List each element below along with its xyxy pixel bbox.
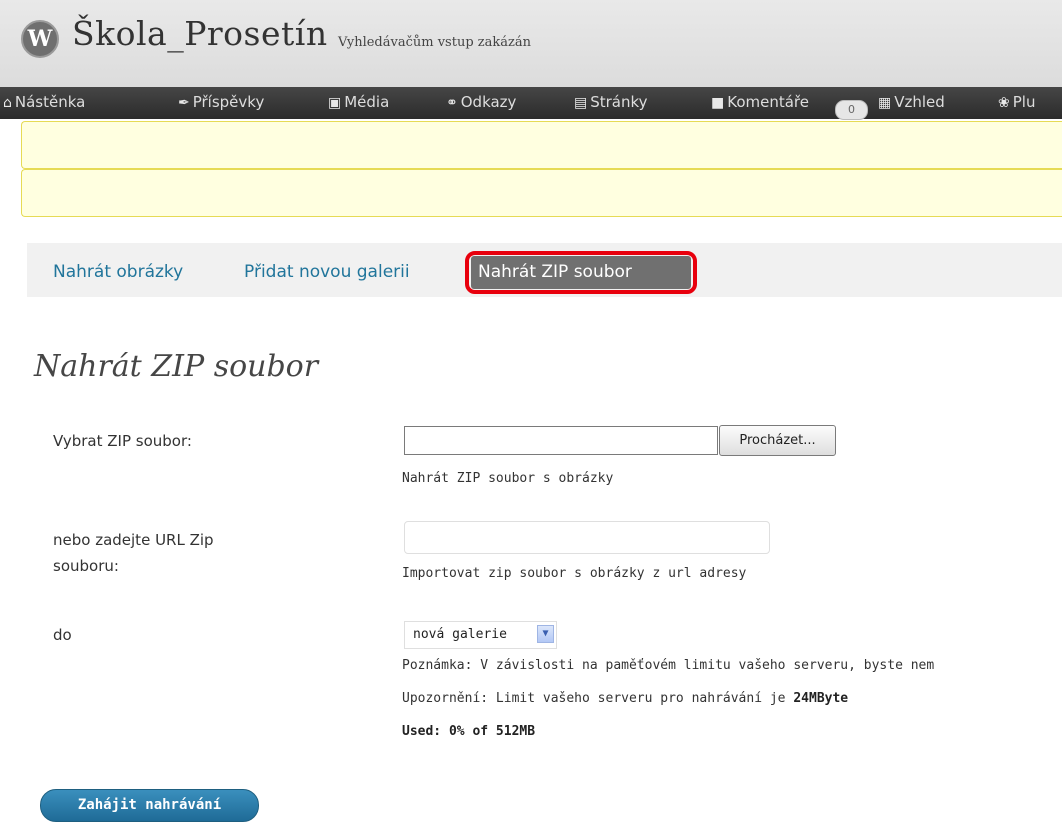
site-title[interactable]: Škola_Prosetín	[72, 14, 328, 53]
wordpress-logo-icon[interactable]: W	[21, 20, 59, 58]
admin-notice	[21, 169, 1062, 217]
media-icon: ▣	[328, 95, 342, 111]
link-icon: ⚭	[446, 95, 458, 111]
menu-item-links[interactable]: ⚭ Odkazy	[446, 87, 516, 119]
menu-item-label: Příspěvky	[192, 93, 265, 111]
menu-item-label: Plu	[1012, 93, 1036, 111]
zip-url-hint: Importovat zip soubor s obrázky z url ad…	[402, 566, 747, 581]
start-upload-button[interactable]: Zahájit nahrávání	[40, 789, 259, 822]
page-title: Nahrát ZIP soubor	[34, 349, 319, 384]
zip-file-label: Vybrat ZIP soubor:	[53, 432, 192, 450]
zip-url-label: nebo zadejte URL Zip	[53, 531, 214, 549]
search-engines-blocked-note: Vyhledávačům vstup zakázán	[338, 35, 531, 50]
memory-limit-note: Poznámka: V závislosti na paměťovém limi…	[402, 658, 935, 673]
admin-notice	[21, 121, 1062, 169]
tab-upload-zip[interactable]: Nahrát ZIP soubor	[471, 256, 691, 289]
menu-item-dashboard[interactable]: ⌂ Nástěnka	[3, 87, 85, 119]
pages-icon: ▤	[574, 95, 588, 111]
browse-button[interactable]: Procházet...	[719, 425, 836, 456]
menu-item-label: Odkazy	[460, 93, 517, 111]
zip-url-input[interactable]	[404, 521, 770, 554]
upload-limit-warning: Upozornění: Limit vašeho serveru pro nah…	[402, 691, 848, 706]
target-gallery-value: nová galerie	[413, 627, 507, 642]
menu-item-plugins[interactable]: ❀ Plu	[998, 87, 1035, 119]
menu-item-label: Média	[344, 93, 390, 111]
menu-item-label: Nástěnka	[14, 93, 86, 111]
menu-item-appearance[interactable]: ▦ Vzhled	[878, 87, 945, 119]
site-header: W Škola_Prosetín Vyhledávačům vstup zaká…	[0, 0, 1062, 87]
menu-item-comments[interactable]: ■ Komentáře	[711, 87, 809, 119]
zip-file-input[interactable]	[404, 426, 718, 455]
storage-used-text: Used: 0% of 512MB	[402, 724, 536, 739]
menu-item-posts[interactable]: ✒ Příspěvky	[178, 87, 264, 119]
menu-item-media[interactable]: ▣ Média	[328, 87, 389, 119]
upload-limit-value: 24MByte	[793, 691, 849, 706]
target-gallery-select[interactable]: nová galerie ▼	[404, 621, 557, 649]
menu-item-label: Komentáře	[727, 93, 809, 111]
appearance-icon: ▦	[878, 95, 892, 111]
comment-icon: ■	[711, 95, 725, 111]
home-icon: ⌂	[3, 95, 12, 111]
plugin-icon: ❀	[998, 95, 1010, 111]
zip-url-label-line-2: souboru:	[53, 557, 119, 575]
tab-upload-images[interactable]: Nahrát obrázky	[53, 262, 183, 282]
menu-item-label: Stránky	[590, 93, 648, 111]
comment-count-badge: 0	[835, 100, 868, 120]
chevron-down-icon[interactable]: ▼	[537, 625, 554, 643]
zip-file-hint: Nahrát ZIP soubor s obrázky	[402, 471, 614, 486]
upload-limit-text: Upozornění: Limit vašeho serveru pro nah…	[402, 691, 794, 706]
menu-item-pages[interactable]: ▤ Stránky	[574, 87, 648, 119]
menu-item-label: Vzhled	[894, 93, 945, 111]
target-gallery-label: do	[53, 626, 72, 644]
tab-add-gallery[interactable]: Přidat novou galerii	[244, 262, 410, 282]
admin-menu-bar: ⌂ Nástěnka ✒ Příspěvky ▣ Média ⚭ Odkazy ▤ Str…	[0, 87, 1062, 119]
pin-icon: ✒	[178, 95, 190, 111]
